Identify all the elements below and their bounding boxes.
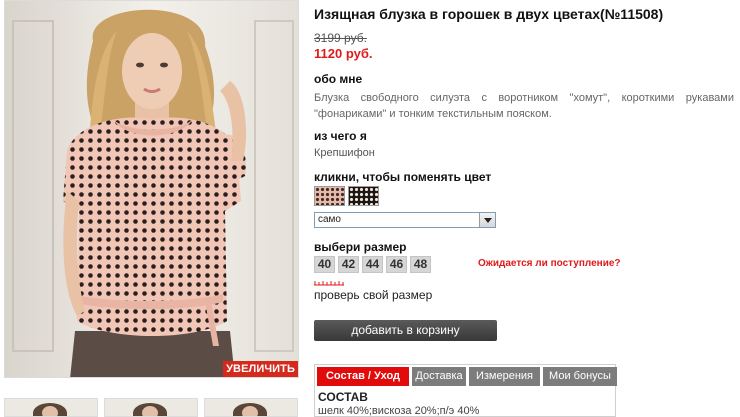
- thumbnail-strip: [4, 398, 300, 417]
- color-swatches: [314, 186, 379, 206]
- zoom-button[interactable]: УВЕЛИЧИТЬ: [223, 361, 298, 377]
- old-price: 3199 руб.: [314, 31, 367, 45]
- size-option-48[interactable]: 48: [410, 256, 431, 273]
- material-heading: из чего я: [314, 129, 367, 143]
- color-select[interactable]: само: [314, 212, 496, 228]
- ruler-icon[interactable]: [314, 280, 344, 286]
- size-option-44[interactable]: 44: [362, 256, 383, 273]
- about-description: Блузка свободного силуэта с воротником "…: [314, 92, 734, 120]
- product-photo-column: УВЕЛИЧИТЬ: [0, 0, 300, 417]
- thumbnail-3[interactable]: [204, 398, 298, 417]
- add-to-cart-button[interactable]: добавить в корзину: [314, 320, 497, 341]
- color-swatch-black[interactable]: [348, 186, 379, 206]
- new-price: 1120 руб.: [314, 46, 373, 61]
- about-heading: обо мне: [314, 72, 363, 86]
- size-options: 40 42 44 46 48: [314, 256, 431, 273]
- restock-inquiry-link[interactable]: Ожидается ли поступление?: [478, 258, 621, 269]
- model-photo-illustration: [5, 1, 298, 377]
- dropdown-arrow-icon[interactable]: [479, 213, 495, 227]
- thumbnail-2[interactable]: [104, 398, 198, 417]
- color-select-value: само: [318, 214, 341, 225]
- thumbnail-1[interactable]: [4, 398, 98, 417]
- thumbnail-face-shape: [242, 406, 258, 416]
- info-tabs-panel: Состав / Уход Доставка Измерения Мои бон…: [314, 364, 617, 417]
- color-swatch-pink[interactable]: [314, 186, 345, 206]
- size-option-46[interactable]: 46: [386, 256, 407, 273]
- tab-measurements[interactable]: Измерения: [469, 367, 540, 386]
- composition-heading: СОСТАВ: [318, 390, 368, 404]
- check-size-link[interactable]: проверь свой размер: [314, 288, 432, 302]
- tab-composition-care[interactable]: Состав / Уход: [317, 367, 409, 386]
- thumbnail-face-shape: [42, 406, 58, 416]
- thumbnail-face-shape: [142, 406, 158, 416]
- product-main-photo[interactable]: УВЕЛИЧИТЬ: [4, 0, 299, 378]
- material-value: Крепшифон: [314, 147, 375, 159]
- size-option-40[interactable]: 40: [314, 256, 335, 273]
- size-option-42[interactable]: 42: [338, 256, 359, 273]
- info-tabs: Состав / Уход Доставка Измерения Мои бон…: [317, 367, 617, 386]
- color-heading: кликни, чтобы поменять цвет: [314, 170, 492, 184]
- composition-text: шелк 40%;вискоза 20%;п/э 40%: [318, 405, 480, 417]
- tab-delivery[interactable]: Доставка: [412, 367, 466, 386]
- product-title: Изящная блузка в горошек в двух цветах(№…: [314, 6, 664, 22]
- tab-bonuses[interactable]: Мои бонусы: [543, 367, 617, 386]
- size-heading: выбери размер: [314, 240, 407, 254]
